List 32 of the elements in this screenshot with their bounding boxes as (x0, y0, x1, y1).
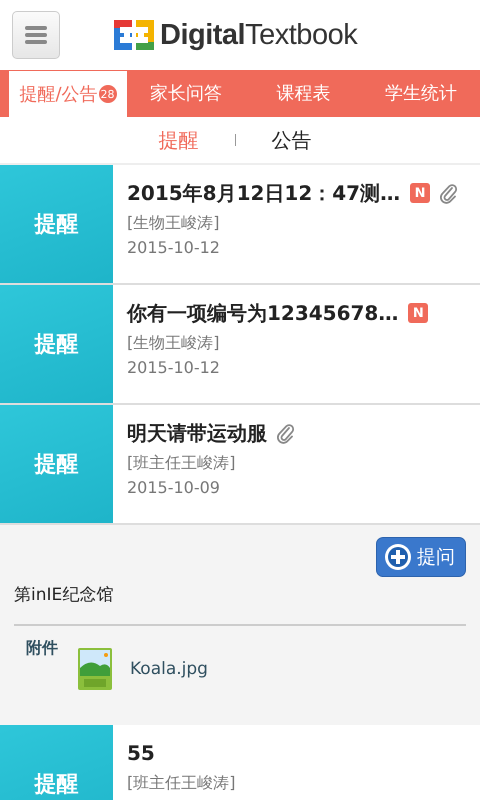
notice-row[interactable]: 提醒 你有一项编号为12345678… N [生物王峻涛] 2015-10-12 (0, 285, 480, 405)
date-text: 2015-10-09 (127, 478, 221, 497)
author-text: [生物王峻涛] (127, 213, 220, 234)
date-text: 2015-10-12 (127, 358, 221, 377)
author-text: [班主任王峻涛] (127, 453, 236, 474)
image-file-icon (78, 648, 112, 690)
author-text: [班主任王峻涛] (127, 773, 236, 794)
attachments-label: 附件 (26, 638, 58, 659)
plus-icon (383, 542, 413, 572)
detail-text: 第inIE纪念馆 (14, 583, 466, 626)
notice-title: 55 (127, 741, 155, 765)
notice-title: 你有一项编号为12345678… (127, 300, 398, 326)
category-label: 提醒 (34, 331, 78, 359)
notice-row[interactable]: 提醒 55 [班主任王峻涛] (0, 725, 480, 800)
category-label: 提醒 (34, 211, 78, 239)
new-badge: N (410, 183, 430, 203)
category-label: 提醒 (34, 771, 78, 799)
menu-icon (25, 26, 47, 44)
subtab[interactable]: 公告 (272, 126, 312, 154)
notice-row[interactable]: 提醒 2015年8月12日12：47测… N [生物王峻涛] 2015-10-12 (0, 165, 480, 285)
logo-text: DigitalTextbook (160, 18, 358, 52)
author-text: [生物王峻涛] (127, 333, 220, 354)
category-label: 提醒 (34, 451, 78, 479)
count-badge: 28 (98, 85, 117, 103)
notice-row[interactable]: 提醒 明天请带运动服 [班主任王峻涛] 2015-10-09 (0, 405, 480, 525)
date-text: 2015-10-12 (127, 238, 221, 257)
menu-button[interactable] (12, 11, 60, 59)
notice-title: 2015年8月12日12：47测… (127, 180, 400, 206)
notice-title: 明天请带运动服 (127, 420, 267, 446)
file-link[interactable]: Koala.jpg (130, 659, 208, 679)
new-badge: N (408, 303, 428, 323)
ask-button[interactable]: 提问 (376, 537, 466, 577)
